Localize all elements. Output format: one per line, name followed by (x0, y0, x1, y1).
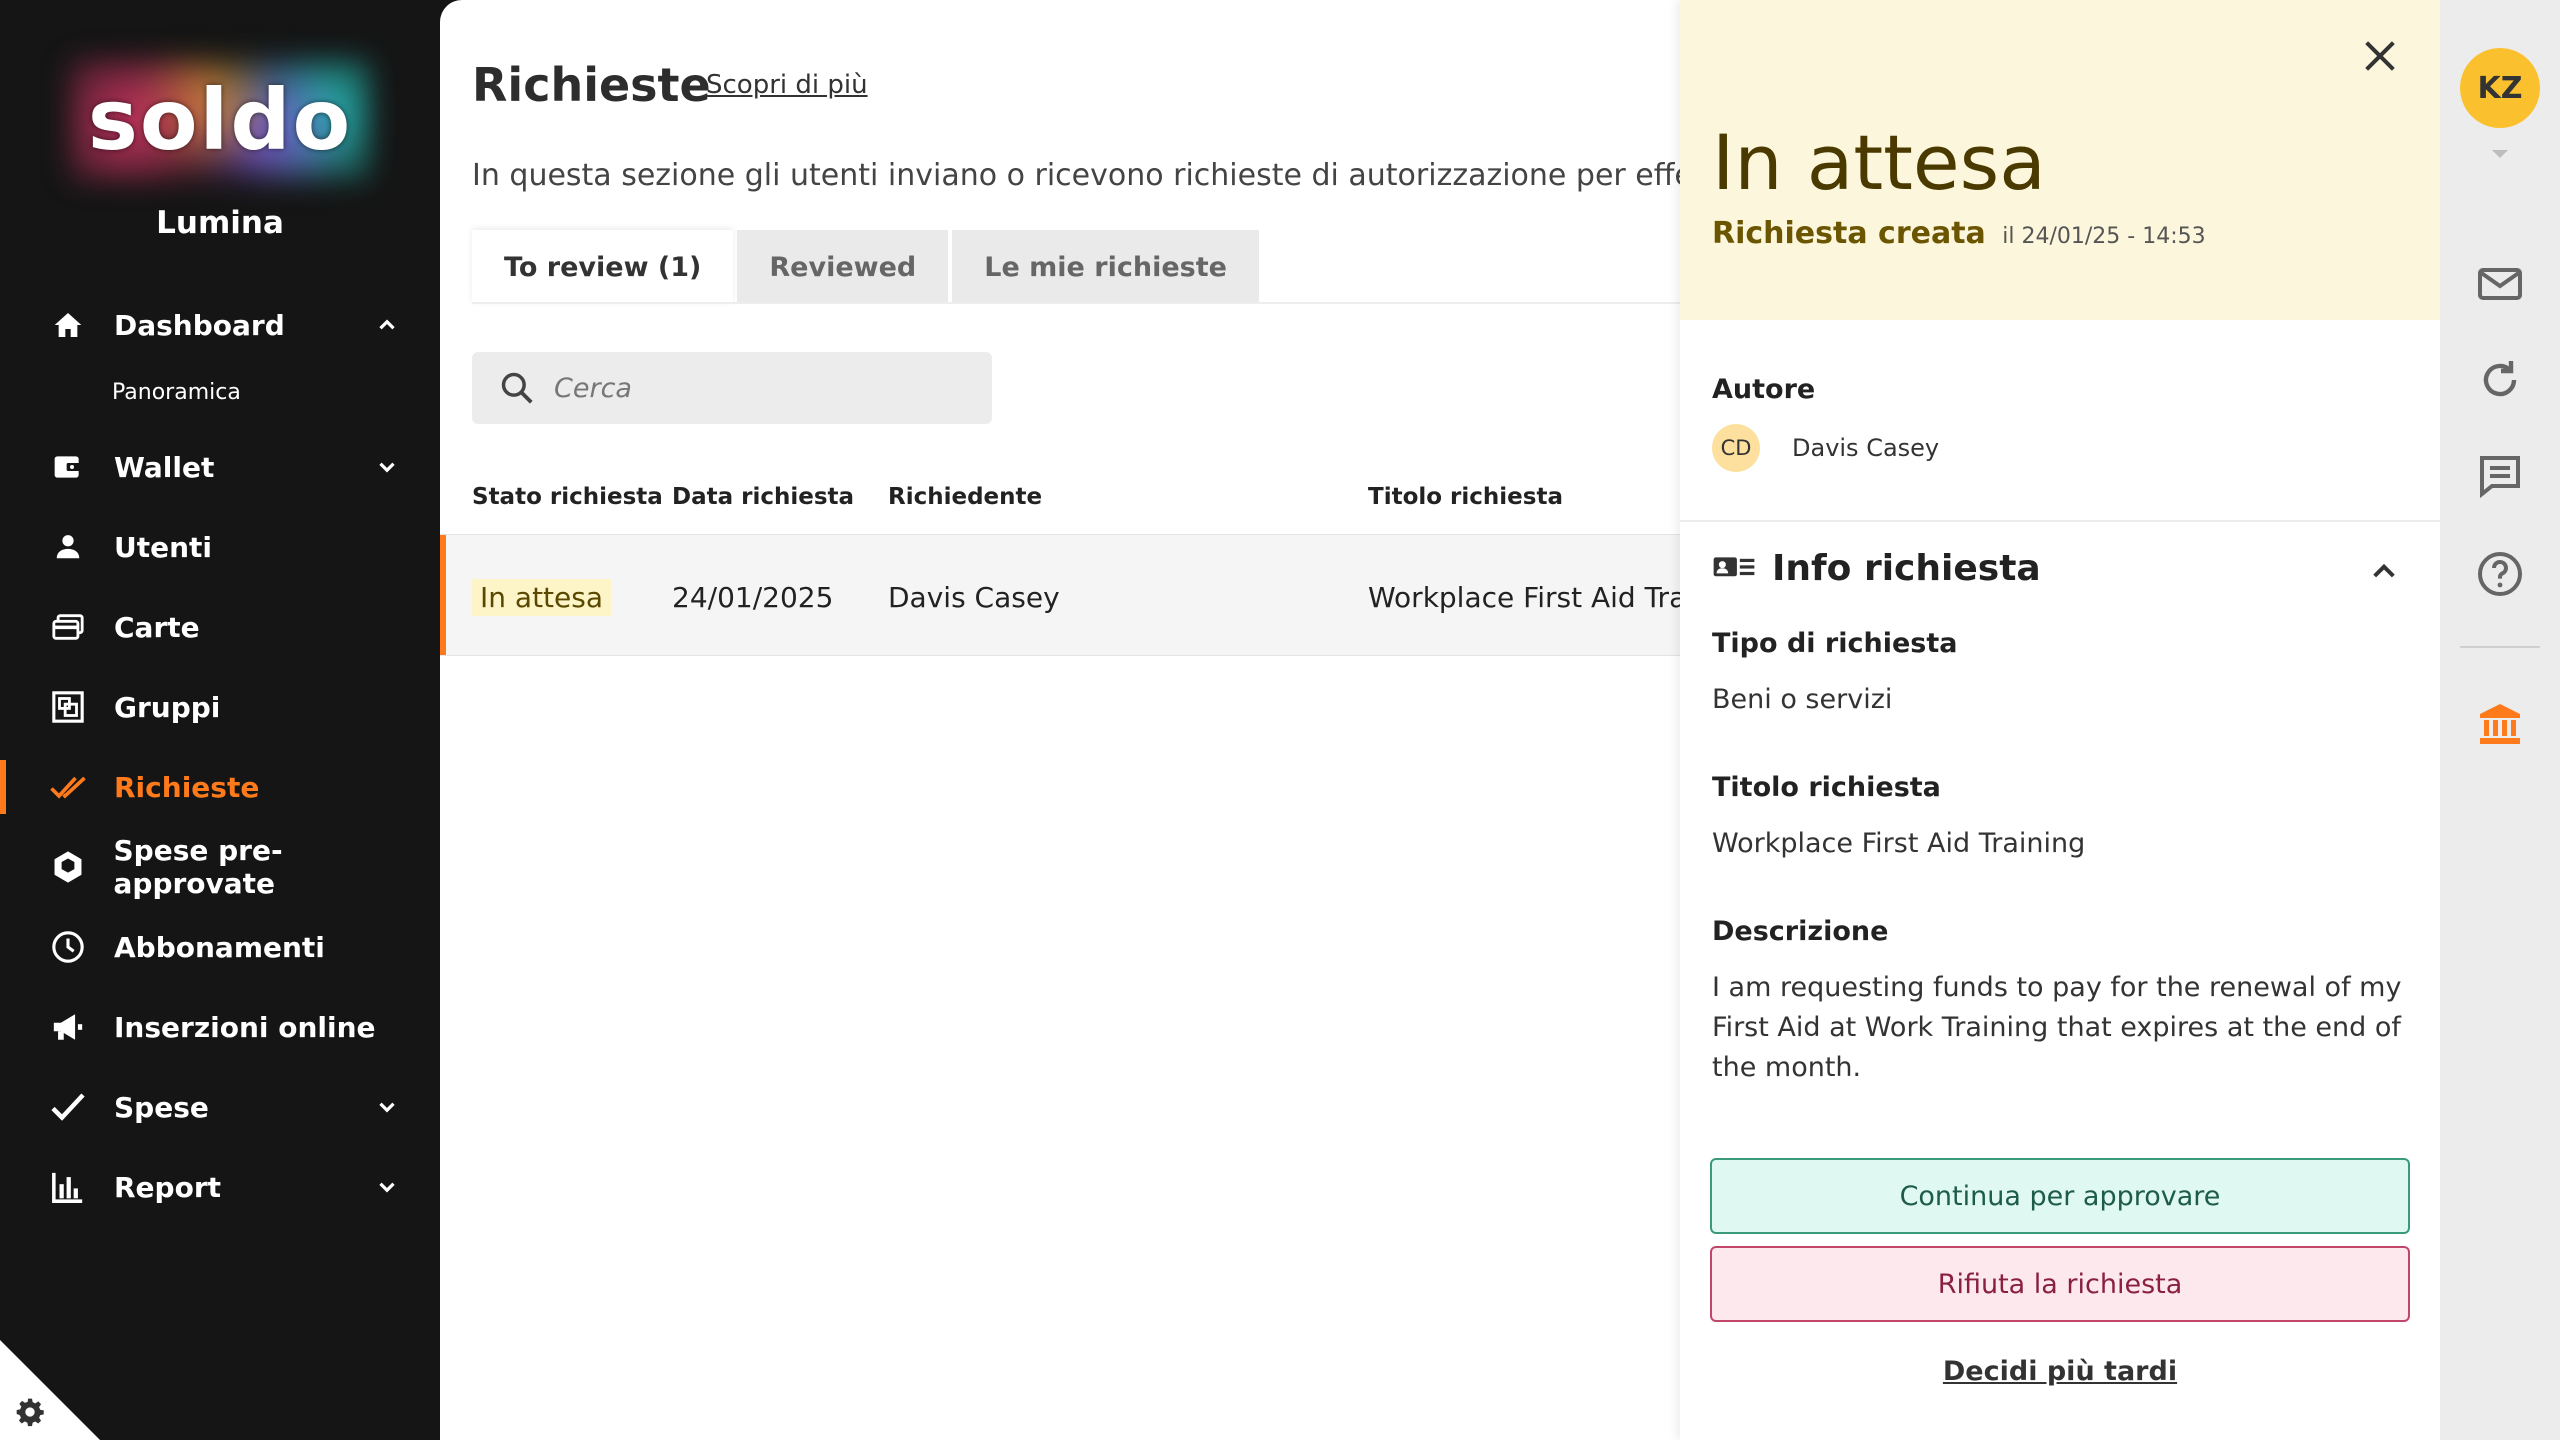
rail-divider (2460, 646, 2540, 648)
sidebar-item-dashboard[interactable]: Dashboard (0, 290, 440, 360)
title-value: Workplace First Aid Training (1712, 828, 2086, 859)
groups-icon (48, 687, 88, 727)
learn-more-link[interactable]: Scopri di più (706, 70, 868, 100)
approve-button[interactable]: Continua per approvare (1710, 1158, 2410, 1234)
right-rail: KZ (2440, 0, 2560, 1440)
divider (1680, 520, 2440, 522)
title-label: Titolo richiesta (1712, 772, 1941, 803)
search-input[interactable] (554, 372, 974, 404)
sidebar-item-utenti[interactable]: Utenti (0, 512, 440, 582)
type-value: Beni o servizi (1712, 684, 1893, 715)
sidebar-item-gruppi[interactable]: Gruppi (0, 672, 440, 742)
decide-later-link[interactable]: Decidi più tardi (1680, 1356, 2440, 1387)
settings-corner[interactable] (0, 1340, 100, 1440)
status-badge: In attesa (472, 579, 611, 616)
sidebar-item-label: Richieste (114, 770, 260, 804)
created-timestamp: il 24/01/25 - 14:53 (2002, 224, 2206, 249)
hexagon-icon (48, 847, 88, 887)
created-info: Richiesta creata il 24/01/25 - 14:53 (1712, 216, 2206, 251)
column-header-requester[interactable]: Richiedente (888, 484, 1042, 510)
help-icon[interactable] (2476, 550, 2524, 598)
sidebar-item-label: Carte (114, 610, 200, 644)
panel-header: In attesa Richiesta creata il 24/01/25 -… (1680, 0, 2440, 320)
user-icon (48, 527, 88, 567)
caret-down-icon[interactable] (2488, 146, 2512, 162)
search-icon (501, 372, 533, 404)
mail-icon[interactable] (2476, 260, 2524, 308)
tab-my-requests[interactable]: Le mie richieste (952, 230, 1259, 304)
description-label: Descrizione (1712, 916, 1889, 947)
reject-button[interactable]: Rifiuta la richiesta (1710, 1246, 2410, 1322)
sidebar-item-abbonamenti[interactable]: Abbonamenti (0, 912, 440, 982)
user-avatar[interactable]: KZ (2460, 48, 2540, 128)
logo-text: soldo (87, 71, 353, 169)
gear-icon (16, 1398, 44, 1427)
check-icon (48, 1087, 88, 1127)
home-icon (48, 305, 88, 345)
chevron-down-icon (379, 462, 395, 473)
request-status: In attesa (1712, 118, 2046, 207)
tab-reviewed[interactable]: Reviewed (737, 230, 949, 304)
main-content: Richieste Scopri di più In questa sezion… (440, 0, 1680, 1440)
chevron-up-icon (379, 319, 395, 330)
sidebar-item-wallet[interactable]: Wallet (0, 432, 440, 502)
soldo-logo[interactable]: soldo (70, 60, 370, 180)
sidebar: soldo Lumina Dashboard Panoramica Wallet… (0, 0, 440, 1440)
sidebar-item-label: Gruppi (114, 690, 221, 724)
clock-icon (48, 927, 88, 967)
megaphone-icon (48, 1007, 88, 1047)
sidebar-item-spese[interactable]: Spese (0, 1072, 440, 1142)
refresh-icon[interactable] (2476, 356, 2524, 404)
sidebar-item-label: Spese pre-approvate (113, 834, 283, 900)
info-section-header: Info richiesta (1712, 548, 2041, 589)
column-header-date[interactable]: Data richiesta (672, 484, 854, 510)
sidebar-item-richieste[interactable]: Richieste (0, 752, 440, 822)
sidebar-item-label: Dashboard (114, 308, 285, 342)
sidebar-item-label: Utenti (114, 530, 213, 564)
chevron-down-icon (379, 1182, 395, 1193)
request-detail-panel: In attesa Richiesta creata il 24/01/25 -… (1680, 0, 2440, 1440)
search-box (472, 352, 992, 424)
sidebar-item-label: Report (114, 1170, 222, 1204)
intro-text: In questa sezione gli utenti inviano o r… (472, 158, 1680, 193)
sidebar-item-label: Abbonamenti (114, 930, 325, 964)
sidebar-subitem-panoramica[interactable]: Panoramica (112, 380, 241, 405)
author-label: Autore (1712, 374, 1816, 405)
double-check-icon (48, 767, 88, 807)
avatar: CD (1712, 424, 1760, 472)
tab-bar: To review (1) Reviewed Le mie richieste (472, 230, 1263, 304)
request-date: 24/01/2025 (672, 581, 834, 614)
cards-icon (48, 607, 88, 647)
sidebar-item-label: Inserzioni online (114, 1010, 376, 1044)
chevron-down-icon (379, 1102, 395, 1113)
sidebar-item-carte[interactable]: Carte (0, 592, 440, 662)
company-name: Lumina (156, 205, 284, 241)
request-title: Workplace First Aid Traini (1368, 581, 1680, 614)
type-label: Tipo di richiesta (1712, 628, 1958, 659)
sidebar-item-inserzioni-online[interactable]: Inserzioni online (0, 992, 440, 1062)
requester-name: Davis Casey (888, 581, 1060, 614)
chevron-up-icon[interactable] (2368, 556, 2400, 588)
column-header-title[interactable]: Titolo richiesta (1368, 484, 1563, 510)
tabs-divider (472, 302, 1680, 304)
bar-chart-icon (48, 1167, 88, 1207)
description-value: I am requesting funds to pay for the ren… (1712, 972, 2402, 1083)
sidebar-item-label: Wallet (114, 450, 215, 484)
page-title: Richieste (472, 58, 711, 112)
tab-to-review[interactable]: To review (1) (472, 230, 734, 304)
sidebar-item-spese-pre-approvate[interactable]: Spese pre-approvate (0, 832, 440, 902)
chat-icon[interactable] (2476, 452, 2524, 500)
close-icon[interactable] (2360, 36, 2400, 76)
column-header-status[interactable]: Stato richiesta (472, 484, 663, 510)
author-name: Davis Casey (1792, 434, 1940, 462)
wallet-icon (48, 447, 88, 487)
status-pill: In attesa (472, 579, 611, 616)
info-title: Info richiesta (1772, 548, 2041, 589)
table-row[interactable]: In attesa 24/01/2025 Davis Casey Workpla… (440, 534, 1680, 656)
id-card-icon (1713, 556, 1755, 576)
bank-icon[interactable] (2476, 700, 2524, 748)
created-label: Richiesta creata (1712, 216, 1986, 251)
sidebar-item-label: Spese (114, 1090, 209, 1124)
sidebar-item-report[interactable]: Report (0, 1152, 440, 1222)
